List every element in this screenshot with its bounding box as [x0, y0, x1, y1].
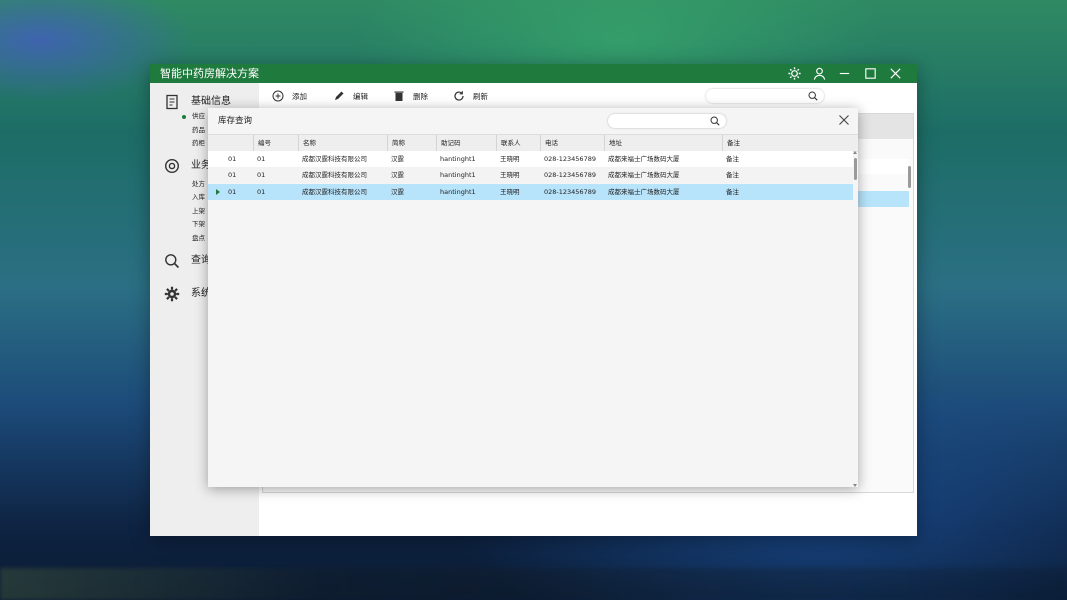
compass-icon	[164, 158, 180, 174]
close-icon[interactable]	[888, 66, 903, 81]
delete-button[interactable]: 删除	[393, 89, 428, 103]
cell-note: 备注	[726, 155, 739, 163]
search-icon	[165, 254, 180, 269]
add-button-label: 添加	[292, 91, 307, 101]
scroll-up-arrow-icon[interactable]	[853, 151, 857, 154]
delete-button-label: 删除	[413, 91, 428, 101]
grid-header: 编号 名称 简称 助记码 联系人 电话 地址 备注	[208, 134, 858, 152]
edit-button-label: 编辑	[353, 91, 368, 101]
cell-index: 01	[228, 188, 237, 196]
sidebar-item-unshelve[interactable]: 下架	[192, 220, 205, 229]
table-row-selected[interactable]: 01 01 成都汉霆科技有限公司 汉霆 hantinght1 王晓明 028-1…	[208, 184, 853, 200]
column-header-number[interactable]: 编号	[253, 135, 298, 151]
cell-phone: 028-123456789	[544, 155, 596, 163]
user-icon[interactable]	[812, 66, 827, 81]
active-indicator	[182, 115, 186, 119]
cell-index: 01	[228, 171, 237, 179]
sidebar-item-cabinet[interactable]: 药柜	[192, 139, 205, 148]
cell-contact: 王晓明	[500, 188, 520, 196]
minimize-icon[interactable]	[837, 66, 852, 81]
cell-number: 01	[257, 155, 266, 163]
sidebar-section-basic[interactable]: 基础信息	[164, 94, 231, 110]
cell-mnemonic: hantinght1	[440, 171, 476, 179]
background-grid-scrollbar[interactable]	[908, 166, 911, 188]
inventory-query-dialog: 库存查询 编号 名称 简称 助记码 联系人 电话 地址 备注 01 01 成都汉…	[208, 108, 858, 487]
sidebar-section-system[interactable]: 系统	[164, 286, 211, 302]
app-title: 智能中药房解决方案	[160, 67, 259, 80]
cell-mnemonic: hantinght1	[440, 188, 476, 196]
cell-address: 成都来福士广场数码大厦	[608, 155, 680, 163]
dialog-title: 库存查询	[218, 116, 253, 126]
grid-header-rowmark	[208, 135, 253, 151]
sidebar-item-supplier[interactable]: 供应	[192, 112, 205, 121]
sidebar-item-prescription[interactable]: 处方	[192, 180, 205, 189]
pencil-icon	[335, 91, 344, 100]
gear-icon	[164, 286, 180, 302]
refresh-button[interactable]: 刷新	[453, 89, 488, 103]
cell-contact: 王晓明	[500, 155, 520, 163]
sidebar-section-business[interactable]: 业务	[164, 158, 211, 174]
desktop-taskbar	[0, 568, 1067, 600]
cell-phone: 028-123456789	[544, 171, 596, 179]
sidebar-item-inventory[interactable]: 盘点	[192, 234, 205, 243]
search-icon	[808, 91, 818, 101]
column-header-address[interactable]: 地址	[604, 135, 722, 151]
cell-short-name: 汉霆	[391, 188, 404, 196]
inventory-grid: 编号 名称 简称 助记码 联系人 电话 地址 备注 01 01 成都汉霆科技有限…	[208, 134, 858, 487]
cell-number: 01	[257, 188, 266, 196]
add-button[interactable]: 添加	[272, 89, 307, 103]
cell-note: 备注	[726, 171, 739, 179]
refresh-button-label: 刷新	[473, 91, 488, 101]
edit-button[interactable]: 编辑	[333, 89, 368, 103]
cell-address: 成都来福士广场数码大厦	[608, 188, 680, 196]
maximize-icon[interactable]	[863, 66, 878, 81]
column-header-phone[interactable]: 电话	[540, 135, 604, 151]
toolbar: 添加 编辑 删除 刷新	[259, 83, 917, 108]
settings-icon[interactable]	[787, 66, 802, 81]
dialog-search-input[interactable]	[608, 114, 726, 128]
table-row[interactable]: 01 01 成都汉霆科技有限公司 汉霆 hantinght1 王晓明 028-1…	[208, 151, 853, 167]
table-row[interactable]: 01 01 成都汉霆科技有限公司 汉霆 hantinght1 王晓明 028-1…	[208, 167, 853, 183]
scrollbar-thumb[interactable]	[854, 158, 857, 180]
dialog-close-button[interactable]	[838, 114, 850, 126]
sidebar-item-shelve[interactable]: 上架	[192, 207, 205, 216]
cell-name: 成都汉霆科技有限公司	[302, 171, 367, 179]
add-icon	[272, 90, 284, 102]
cell-short-name: 汉霆	[391, 171, 404, 179]
trash-icon	[394, 91, 404, 101]
title-bar: 智能中药房解决方案	[150, 64, 917, 83]
dialog-grid-scrollbar[interactable]	[853, 151, 858, 487]
column-header-name[interactable]: 名称	[298, 135, 387, 151]
main-search-input[interactable]	[706, 89, 824, 103]
cell-contact: 王晓明	[500, 171, 520, 179]
column-header-mnemonic[interactable]: 助记码	[436, 135, 496, 151]
column-header-contact[interactable]: 联系人	[496, 135, 540, 151]
close-icon	[839, 115, 849, 125]
cell-short-name: 汉霆	[391, 155, 404, 163]
cell-index: 01	[228, 155, 237, 163]
cell-address: 成都来福士广场数码大厦	[608, 171, 680, 179]
document-icon	[166, 94, 178, 110]
column-header-short-name[interactable]: 简称	[387, 135, 436, 151]
search-icon	[710, 116, 720, 126]
current-row-marker-icon	[216, 189, 220, 195]
cell-name: 成都汉霆科技有限公司	[302, 155, 367, 163]
cell-phone: 028-123456789	[544, 188, 596, 196]
scroll-down-arrow-icon[interactable]	[853, 484, 857, 487]
sidebar-item-drug[interactable]: 药品	[192, 126, 205, 135]
cell-number: 01	[257, 171, 266, 179]
cell-name: 成都汉霆科技有限公司	[302, 188, 367, 196]
cell-note: 备注	[726, 188, 739, 196]
refresh-icon	[454, 91, 464, 101]
column-header-note[interactable]: 备注	[722, 135, 853, 151]
sidebar-item-stock-in[interactable]: 入库	[192, 193, 205, 202]
cell-mnemonic: hantinght1	[440, 155, 476, 163]
sidebar-section-query[interactable]: 查询	[164, 253, 211, 269]
